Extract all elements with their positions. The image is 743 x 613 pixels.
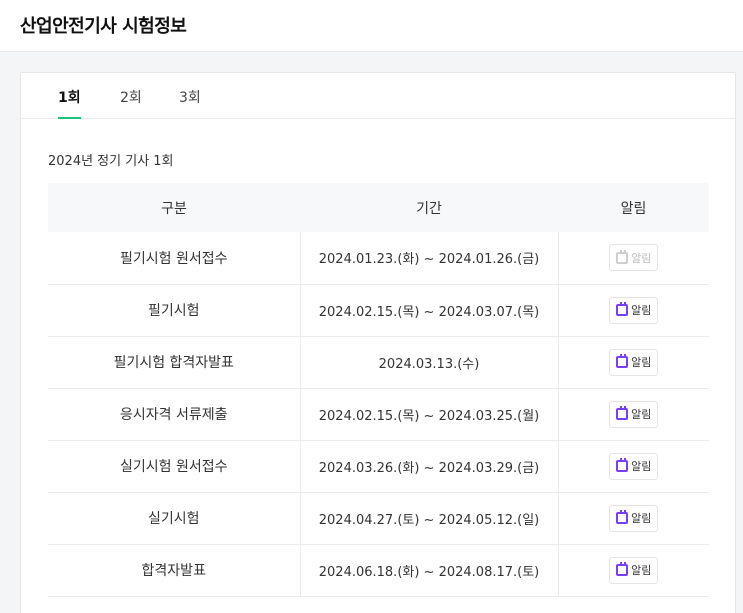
alarm-label: 알림: [631, 460, 652, 473]
table-row: 실기시험 원서접수 2024.03.26.(화) ~ 2024.03.29.(금…: [48, 440, 709, 493]
calendar-icon: [616, 249, 629, 264]
alarm-label: 알림: [631, 304, 652, 317]
calendar-icon: [616, 354, 629, 368]
exam-info-card: 1회 2회 3회 2024년 정기 기사 1회 구분 기간 알림 필기시험 원서…: [20, 72, 736, 613]
tab-round-2[interactable]: 2회: [120, 87, 142, 119]
row-period: 2024.02.15.(목) ~ 2024.03.25.(월): [300, 388, 559, 441]
header-period: 기간: [300, 183, 558, 232]
alarm-button[interactable]: 알림: [609, 504, 659, 532]
calendar-icon: [616, 510, 629, 524]
calendar-icon: [616, 458, 629, 472]
row-type: 필기시험: [48, 284, 301, 337]
tab-round-1[interactable]: 1회: [58, 87, 81, 119]
row-type: 실기시험 원서접수: [48, 440, 301, 493]
row-type: 실기시험: [48, 492, 301, 545]
tab-round-3[interactable]: 3회: [179, 87, 201, 119]
section-title: 2024년 정기 기사 1회: [48, 154, 174, 169]
row-type: 필기시험 합격자발표: [48, 336, 301, 389]
alarm-button[interactable]: 알림: [609, 296, 659, 324]
table-header-row: 구분 기간 알림: [48, 183, 709, 232]
row-period: 2024.03.13.(수): [300, 336, 559, 389]
table-row: 합격자발표 2024.06.18.(화) ~ 2024.08.17.(토) 알림: [48, 544, 709, 597]
alarm-button[interactable]: 알림: [609, 348, 659, 376]
alarm-button: 알림: [609, 244, 659, 272]
alarm-label: 알림: [631, 512, 652, 525]
alarm-label: 알림: [631, 564, 652, 577]
alarm-label: 알림: [631, 408, 652, 421]
page-title: 산업안전기사 시험정보: [20, 16, 187, 37]
table-row: 응시자격 서류제출 2024.02.15.(목) ~ 2024.03.25.(월…: [48, 388, 709, 441]
table-row: 필기시험 2024.02.15.(목) ~ 2024.03.07.(목) 알림: [48, 284, 709, 337]
row-period: 2024.01.23.(화) ~ 2024.01.26.(금): [300, 232, 559, 285]
header-alarm: 알림: [558, 183, 709, 232]
alarm-button[interactable]: 알림: [609, 556, 659, 584]
alarm-label: 알림: [631, 356, 652, 369]
calendar-icon: [616, 302, 629, 316]
header-type: 구분: [48, 183, 300, 232]
calendar-icon: [616, 406, 629, 420]
alarm-label: 알림: [631, 251, 652, 265]
table-row: 필기시험 합격자발표 2024.03.13.(수) 알림: [48, 336, 709, 389]
row-period: 2024.06.18.(화) ~ 2024.08.17.(토): [300, 544, 559, 597]
row-period: 2024.02.15.(목) ~ 2024.03.07.(목): [300, 284, 559, 337]
row-type: 응시자격 서류제출: [48, 388, 301, 441]
page-header: 산업안전기사 시험정보: [0, 0, 743, 52]
calendar-icon: [616, 562, 629, 576]
schedule-table: 구분 기간 알림 필기시험 원서접수 2024.01.23.(화) ~ 2024…: [48, 183, 709, 597]
alarm-button[interactable]: 알림: [609, 452, 659, 480]
row-period: 2024.03.26.(화) ~ 2024.03.29.(금): [300, 440, 559, 493]
table-row: 필기시험 원서접수 2024.01.23.(화) ~ 2024.01.26.(금…: [48, 232, 709, 285]
round-tabs: 1회 2회 3회: [21, 73, 735, 119]
table-row: 실기시험 2024.04.27.(토) ~ 2024.05.12.(일) 알림: [48, 492, 709, 545]
row-type: 합격자발표: [48, 544, 301, 597]
row-type: 필기시험 원서접수: [48, 232, 301, 285]
alarm-button[interactable]: 알림: [609, 400, 659, 428]
row-period: 2024.04.27.(토) ~ 2024.05.12.(일): [300, 492, 559, 545]
